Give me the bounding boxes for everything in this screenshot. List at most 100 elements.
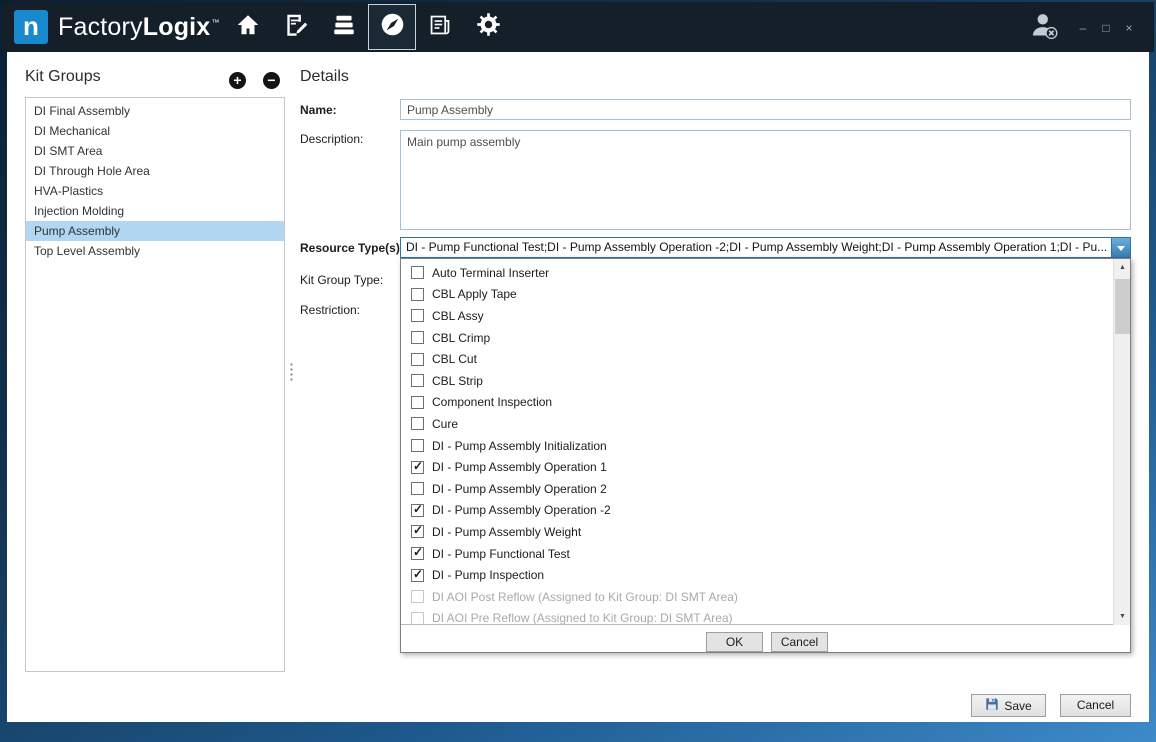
resource-option-label: CBL Assy xyxy=(432,309,484,323)
checkbox[interactable]: ✓ xyxy=(411,547,424,560)
resource-option-label: DI - Pump Assembly Initialization xyxy=(432,439,607,453)
kit-group-item[interactable]: Top Level Assembly xyxy=(26,241,284,261)
kit-group-item[interactable]: Pump Assembly xyxy=(26,221,284,241)
kit-group-item-label: Pump Assembly xyxy=(34,224,120,238)
kit-group-item[interactable]: HVA-Plastics xyxy=(26,181,284,201)
nav-home-button[interactable] xyxy=(224,4,272,50)
resource-option[interactable]: ✓ DI - Pump Assembly Operation 2 xyxy=(401,478,1130,500)
main-content: Kit Groups + − DI Final Assembly DI Mech… xyxy=(7,52,1149,722)
operations-compass-icon xyxy=(379,11,406,43)
resource-option[interactable]: ✓ DI - Pump Assembly Weight xyxy=(401,521,1130,543)
dropdown-ok-button[interactable]: OK xyxy=(706,632,763,652)
kit-group-item-label: Top Level Assembly xyxy=(34,244,140,258)
nav-operations-button[interactable] xyxy=(368,4,416,50)
maximize-button[interactable]: □ xyxy=(1099,22,1113,34)
resource-types-combobox[interactable]: DI - Pump Functional Test;DI - Pump Asse… xyxy=(400,237,1131,258)
kit-group-item-label: HVA-Plastics xyxy=(34,184,103,198)
resource-types-dropdown-button[interactable] xyxy=(1111,238,1130,257)
checkbox[interactable]: ✓ xyxy=(411,288,424,301)
checkbox[interactable]: ✓ xyxy=(411,461,424,474)
save-button[interactable]: Save xyxy=(971,694,1046,717)
checkbox[interactable]: ✓ xyxy=(411,396,424,409)
resource-option-label: CBL Strip xyxy=(432,374,483,388)
resource-option[interactable]: ✓ CBL Assy xyxy=(401,305,1130,327)
nav-reports-button[interactable] xyxy=(416,4,464,50)
checkbox[interactable]: ✓ xyxy=(411,331,424,344)
footer-cancel-button[interactable]: Cancel xyxy=(1060,694,1131,717)
name-label: Name: xyxy=(300,103,337,117)
resource-option[interactable]: ✓ CBL Apply Tape xyxy=(401,284,1130,306)
nav-production-plan-button[interactable] xyxy=(272,4,320,50)
resource-option-label: Cure xyxy=(432,417,458,431)
kit-group-item[interactable]: DI Mechanical xyxy=(26,121,284,141)
checkbox[interactable]: ✓ xyxy=(411,504,424,517)
kit-group-type-label: Kit Group Type: xyxy=(300,273,383,287)
nav-materials-button[interactable] xyxy=(320,4,368,50)
settings-gear-icon xyxy=(475,11,502,43)
scroll-down-button[interactable]: ▼ xyxy=(1114,608,1131,625)
checkbox[interactable]: ✓ xyxy=(411,569,424,582)
add-kit-group-button[interactable]: + xyxy=(229,72,246,89)
checkbox[interactable]: ✓ xyxy=(411,439,424,452)
resource-option-label: DI AOI Pre Reflow (Assigned to Kit Group… xyxy=(432,611,733,625)
kit-group-item[interactable]: DI Through Hole Area xyxy=(26,161,284,181)
resource-types-dropdown-popup: ✓ Auto Terminal Inserter ✓ CBL Apply Tap… xyxy=(400,258,1131,653)
details-title: Details xyxy=(300,68,349,86)
titlebar-right: – □ × xyxy=(1028,2,1136,52)
resource-option[interactable]: ✓ Auto Terminal Inserter xyxy=(401,262,1130,284)
kit-groups-list: DI Final Assembly DI Mechanical DI SMT A… xyxy=(25,97,285,672)
resource-option[interactable]: ✓ DI - Pump Inspection xyxy=(401,564,1130,586)
dropdown-scrollbar[interactable]: ▲ ▼ xyxy=(1113,259,1130,625)
nav-settings-button[interactable] xyxy=(464,4,512,50)
resource-types-value: DI - Pump Functional Test;DI - Pump Asse… xyxy=(406,238,1108,257)
checkbox[interactable]: ✓ xyxy=(411,374,424,387)
kit-group-item[interactable]: DI Final Assembly xyxy=(26,101,284,121)
resource-option[interactable]: ✓ DI - Pump Functional Test xyxy=(401,543,1130,565)
resource-option[interactable]: ✓ CBL Strip xyxy=(401,370,1130,392)
kit-group-item[interactable]: DI SMT Area xyxy=(26,141,284,161)
name-input[interactable] xyxy=(400,99,1131,120)
resource-option[interactable]: ✓ Cure xyxy=(401,413,1130,435)
user-logout-icon xyxy=(1028,28,1060,45)
resource-option[interactable]: ✓ Component Inspection xyxy=(401,392,1130,414)
resource-option[interactable]: ✓ DI - Pump Assembly Operation 1 xyxy=(401,456,1130,478)
remove-kit-group-button[interactable]: − xyxy=(263,72,280,89)
scroll-thumb[interactable] xyxy=(1115,279,1130,334)
scroll-up-button[interactable]: ▲ xyxy=(1114,259,1131,276)
chevron-down-icon xyxy=(1117,246,1125,251)
description-input[interactable]: Main pump assembly xyxy=(400,130,1131,230)
resource-option-label: DI - Pump Assembly Operation 1 xyxy=(432,460,607,474)
user-account-button[interactable] xyxy=(1028,9,1060,46)
plus-icon: + xyxy=(233,72,241,88)
dropdown-cancel-button[interactable]: Cancel xyxy=(771,632,828,652)
production-plan-icon xyxy=(283,12,309,43)
checkbox[interactable]: ✓ xyxy=(411,525,424,538)
check-icon: ✓ xyxy=(413,503,423,516)
panel-splitter-handle[interactable] xyxy=(290,362,293,382)
factorylogix-logo: n FactoryLogix™ xyxy=(14,10,220,44)
home-icon xyxy=(235,12,261,43)
restriction-label: Restriction: xyxy=(300,303,360,317)
resource-option[interactable]: ✓ DI - Pump Assembly Operation -2 xyxy=(401,500,1130,522)
resource-option-label: Auto Terminal Inserter xyxy=(432,266,549,280)
checkbox[interactable]: ✓ xyxy=(411,590,424,603)
resource-option-label: CBL Cut xyxy=(432,352,477,366)
brand-text: FactoryLogix™ xyxy=(58,13,220,42)
resource-option[interactable]: ✓ DI - Pump Assembly Initialization xyxy=(401,435,1130,457)
checkbox[interactable]: ✓ xyxy=(411,309,424,322)
resource-option-label: DI - Pump Functional Test xyxy=(432,547,570,561)
checkbox[interactable]: ✓ xyxy=(411,482,424,495)
resource-option[interactable]: ✓ DI AOI Pre Reflow (Assigned to Kit Gro… xyxy=(401,608,1130,626)
checkbox[interactable]: ✓ xyxy=(411,612,424,625)
resource-option[interactable]: ✓ DI AOI Post Reflow (Assigned to Kit Gr… xyxy=(401,586,1130,608)
resource-option[interactable]: ✓ CBL Cut xyxy=(401,348,1130,370)
kit-group-item-label: DI Through Hole Area xyxy=(34,164,150,178)
checkbox[interactable]: ✓ xyxy=(411,417,424,430)
minus-icon: − xyxy=(267,72,275,88)
checkbox[interactable]: ✓ xyxy=(411,266,424,279)
resource-option[interactable]: ✓ CBL Crimp xyxy=(401,327,1130,349)
checkbox[interactable]: ✓ xyxy=(411,353,424,366)
close-button[interactable]: × xyxy=(1122,22,1136,34)
kit-group-item[interactable]: Injection Molding xyxy=(26,201,284,221)
minimize-button[interactable]: – xyxy=(1076,22,1090,34)
